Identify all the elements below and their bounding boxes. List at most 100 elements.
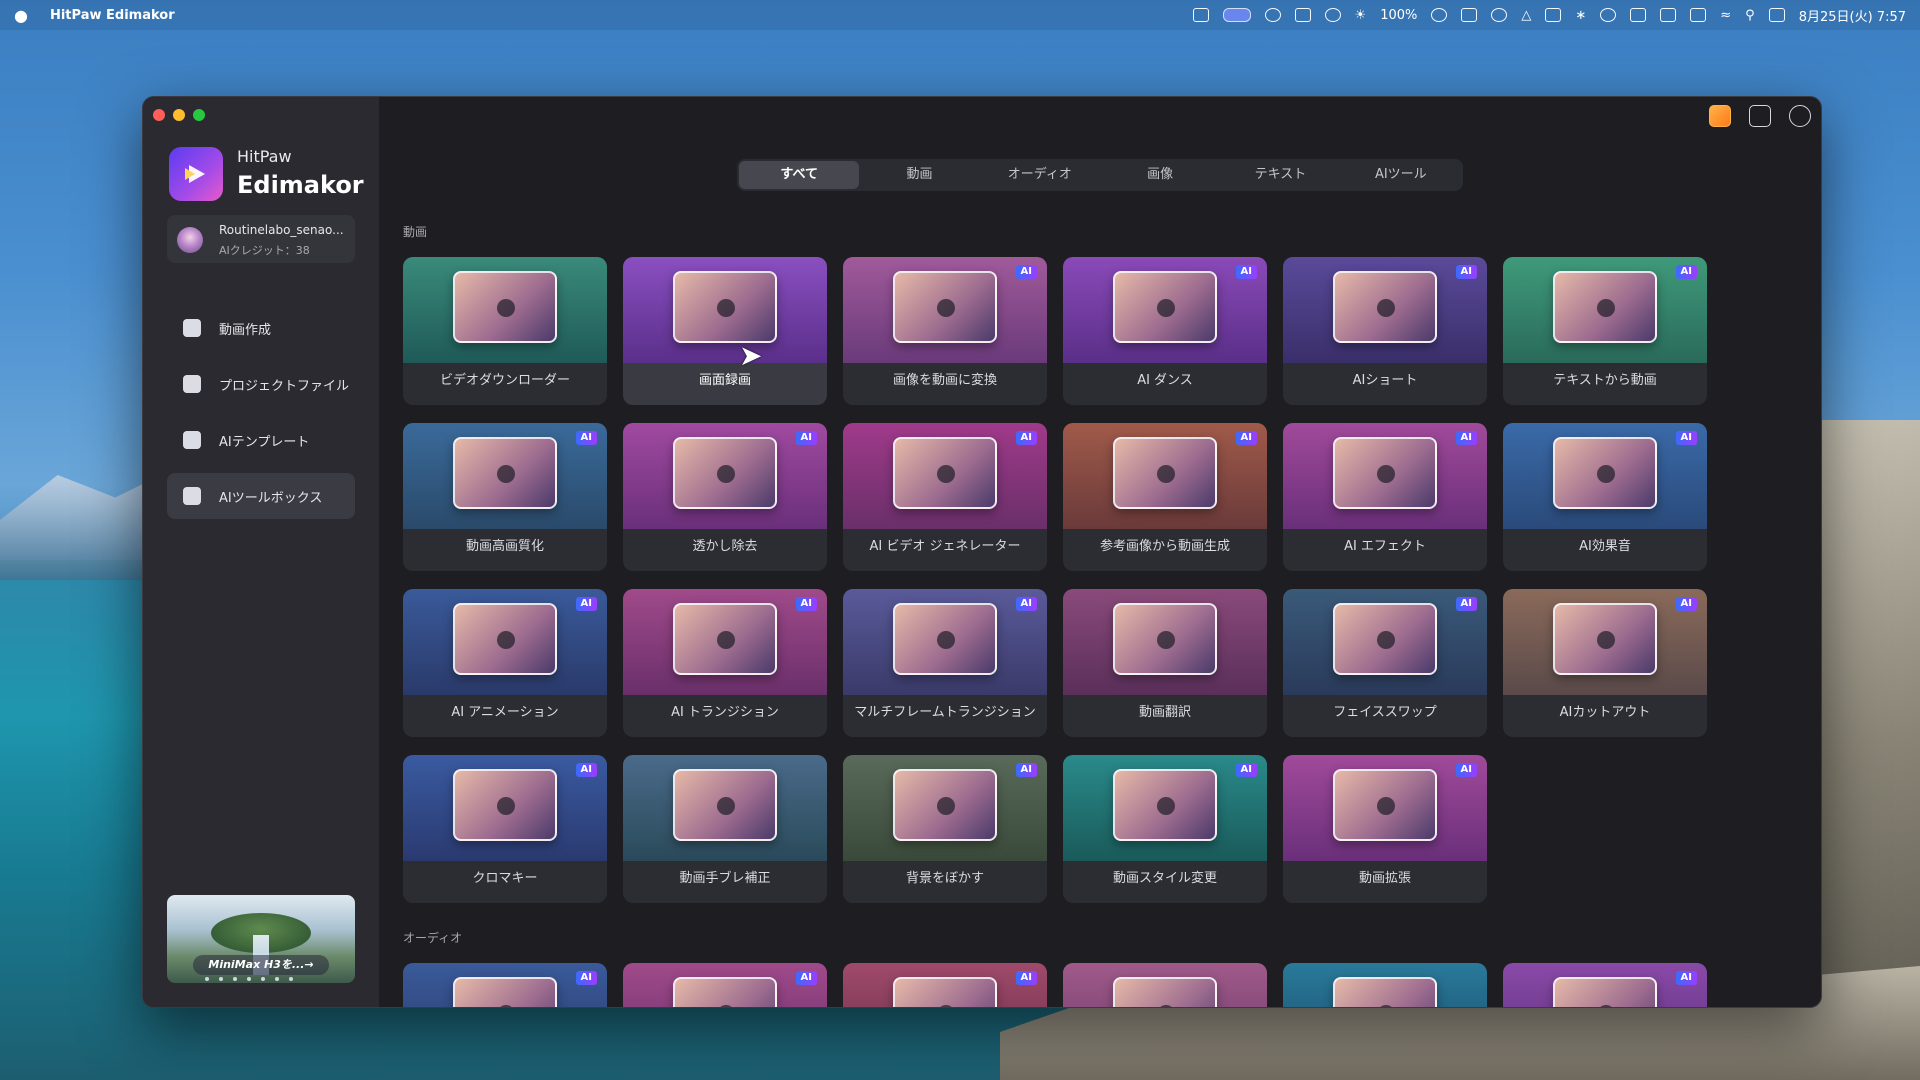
bluetooth-icon[interactable]: ∗ <box>1575 8 1586 23</box>
ai-badge: AI <box>575 971 597 985</box>
tab-ai-tools[interactable]: AIツール <box>1341 161 1461 189</box>
tool-card[interactable]: AI AIカットアウト <box>1503 589 1707 737</box>
tool-preview-image <box>1113 769 1217 841</box>
carousel-dot[interactable] <box>205 977 209 981</box>
close-button[interactable] <box>153 109 165 121</box>
tool-card[interactable]: AI 動画高画質化 <box>403 423 607 571</box>
account-card[interactable]: Routinelabo_senao... AIクレジット：38 <box>167 215 355 263</box>
ai-badge: AI <box>1455 431 1477 445</box>
ai-badge: AI <box>1015 971 1037 985</box>
settings-icon[interactable] <box>1789 105 1811 127</box>
carousel-dot[interactable] <box>289 977 293 981</box>
carousel-dot[interactable] <box>261 977 265 981</box>
tool-thumbnail <box>1283 963 1487 1007</box>
tool-card[interactable]: AI <box>403 963 607 1007</box>
tab-audio[interactable]: オーディオ <box>980 161 1100 189</box>
menu-bar: ● HitPaw Edimakor ☀ 100% △ ∗ ≈ ⚲ 8月25日(火… <box>0 0 1920 30</box>
drive-icon[interactable]: △ <box>1521 8 1531 23</box>
play-icon[interactable] <box>1600 8 1617 22</box>
minimize-button[interactable] <box>173 109 185 121</box>
menu-app-name[interactable]: HitPaw Edimakor <box>50 8 175 23</box>
tool-card[interactable]: AI 動画スタイル変更 <box>1063 755 1267 903</box>
scan-icon[interactable] <box>1294 8 1311 22</box>
sidebar-item-video-create[interactable]: 動画作成 <box>167 305 355 351</box>
wifi-icon[interactable]: ≈ <box>1720 8 1731 23</box>
promo-carousel-dots[interactable] <box>205 977 293 981</box>
cloud-icon[interactable] <box>1491 8 1508 22</box>
tool-card[interactable]: AI AI アニメーション <box>403 589 607 737</box>
chat-icon[interactable] <box>1264 8 1281 22</box>
tool-card[interactable]: AI <box>1503 963 1707 1007</box>
tab-text[interactable]: テキスト <box>1220 161 1340 189</box>
top-right-icons <box>1709 105 1811 127</box>
tool-card[interactable]: AI クロマキー <box>403 755 607 903</box>
section-title-audio: オーディオ <box>403 931 463 945</box>
brightness-icon[interactable]: ☀ <box>1355 8 1367 23</box>
tab-image[interactable]: 画像 <box>1100 161 1220 189</box>
tool-label: AI効果音 <box>1579 539 1631 554</box>
tool-card[interactable]: AI AI トランジション <box>623 589 827 737</box>
tool-preview-image <box>673 603 777 675</box>
tool-card[interactable] <box>1063 963 1267 1007</box>
tool-card[interactable]: AI 動画拡張 <box>1283 755 1487 903</box>
mouse-cursor-icon: ➤ <box>739 339 763 372</box>
tool-card[interactable]: AI AI エフェクト <box>1283 423 1487 571</box>
section-title-video: 動画 <box>403 225 428 239</box>
tool-card[interactable]: AI AIショート <box>1283 257 1487 405</box>
tab-video[interactable]: 動画 <box>859 161 979 189</box>
search-icon[interactable]: ⚲ <box>1745 8 1755 23</box>
tool-preview-image <box>673 769 777 841</box>
carousel-dot[interactable] <box>247 977 251 981</box>
feedback-icon[interactable] <box>1749 105 1771 127</box>
tab-all[interactable]: すべて <box>739 161 860 189</box>
tool-card[interactable]: AI AI効果音 <box>1503 423 1707 571</box>
tool-preview-image <box>1333 769 1437 841</box>
apple-icon[interactable]: ● <box>14 6 28 25</box>
tool-label: AI エフェクト <box>1344 539 1426 554</box>
control-center-icon[interactable] <box>1768 8 1785 22</box>
battery-icon[interactable] <box>1690 8 1707 22</box>
window-icon[interactable] <box>1630 8 1647 22</box>
send-icon[interactable] <box>1324 8 1341 22</box>
tool-thumbnail <box>403 257 607 363</box>
menu-datetime[interactable]: 8月25日(火) 7:57 <box>1799 6 1906 25</box>
tool-card[interactable]: 動画手ブレ補正 <box>623 755 827 903</box>
carousel-dot[interactable] <box>219 977 223 981</box>
tool-card[interactable]: AI マルチフレームトランジション <box>843 589 1047 737</box>
gift-icon[interactable] <box>1709 105 1731 127</box>
tool-card[interactable] <box>1283 963 1487 1007</box>
battery-percent: 100% <box>1380 7 1418 23</box>
tool-card[interactable]: AI 画像を動画に変換 <box>843 257 1047 405</box>
tool-card[interactable]: AI テキストから動画 <box>1503 257 1707 405</box>
shield-icon[interactable] <box>1545 8 1562 22</box>
tool-card[interactable]: AI <box>843 963 1047 1007</box>
promo-banner[interactable]: MiniMax H3を...→ <box>167 895 355 983</box>
sidebar-item-ai-templates[interactable]: AIテンプレート <box>167 417 355 463</box>
app-icon[interactable] <box>1192 8 1209 22</box>
tool-card[interactable]: AI <box>623 963 827 1007</box>
carousel-dot[interactable] <box>275 977 279 981</box>
tool-preview-image <box>1553 603 1657 675</box>
ai-badge: AI <box>1455 597 1477 611</box>
tool-card[interactable]: AI 背景をぼかす <box>843 755 1047 903</box>
sidebar-item-project-files[interactable]: プロジェクトファイル <box>167 361 355 407</box>
tool-card[interactable]: AI 参考画像から動画生成 <box>1063 423 1267 571</box>
tool-card[interactable]: 画面録画 <box>623 257 827 405</box>
tool-card[interactable]: AI AI ビデオ ジェネレーター <box>843 423 1047 571</box>
tool-card[interactable]: AI AI ダンス <box>1063 257 1267 405</box>
tool-preview-image <box>1113 271 1217 343</box>
zoom-button[interactable] <box>193 109 205 121</box>
tool-card[interactable]: 動画翻訳 <box>1063 589 1267 737</box>
tool-preview-image <box>673 271 777 343</box>
screen-icon[interactable] <box>1222 8 1251 22</box>
input-icon[interactable] <box>1660 8 1677 22</box>
info-icon[interactable] <box>1431 8 1448 22</box>
tool-card[interactable]: AI 透かし除去 <box>623 423 827 571</box>
sidebar-item-ai-toolbox[interactable]: AIツールボックス <box>167 473 355 519</box>
translate-icon[interactable] <box>1461 8 1478 22</box>
tool-card[interactable]: ビデオダウンローダー <box>403 257 607 405</box>
tool-thumbnail <box>1063 589 1267 695</box>
carousel-dot[interactable] <box>233 977 237 981</box>
tool-card[interactable]: AI フェイススワップ <box>1283 589 1487 737</box>
tool-label: フェイススワップ <box>1333 705 1437 720</box>
